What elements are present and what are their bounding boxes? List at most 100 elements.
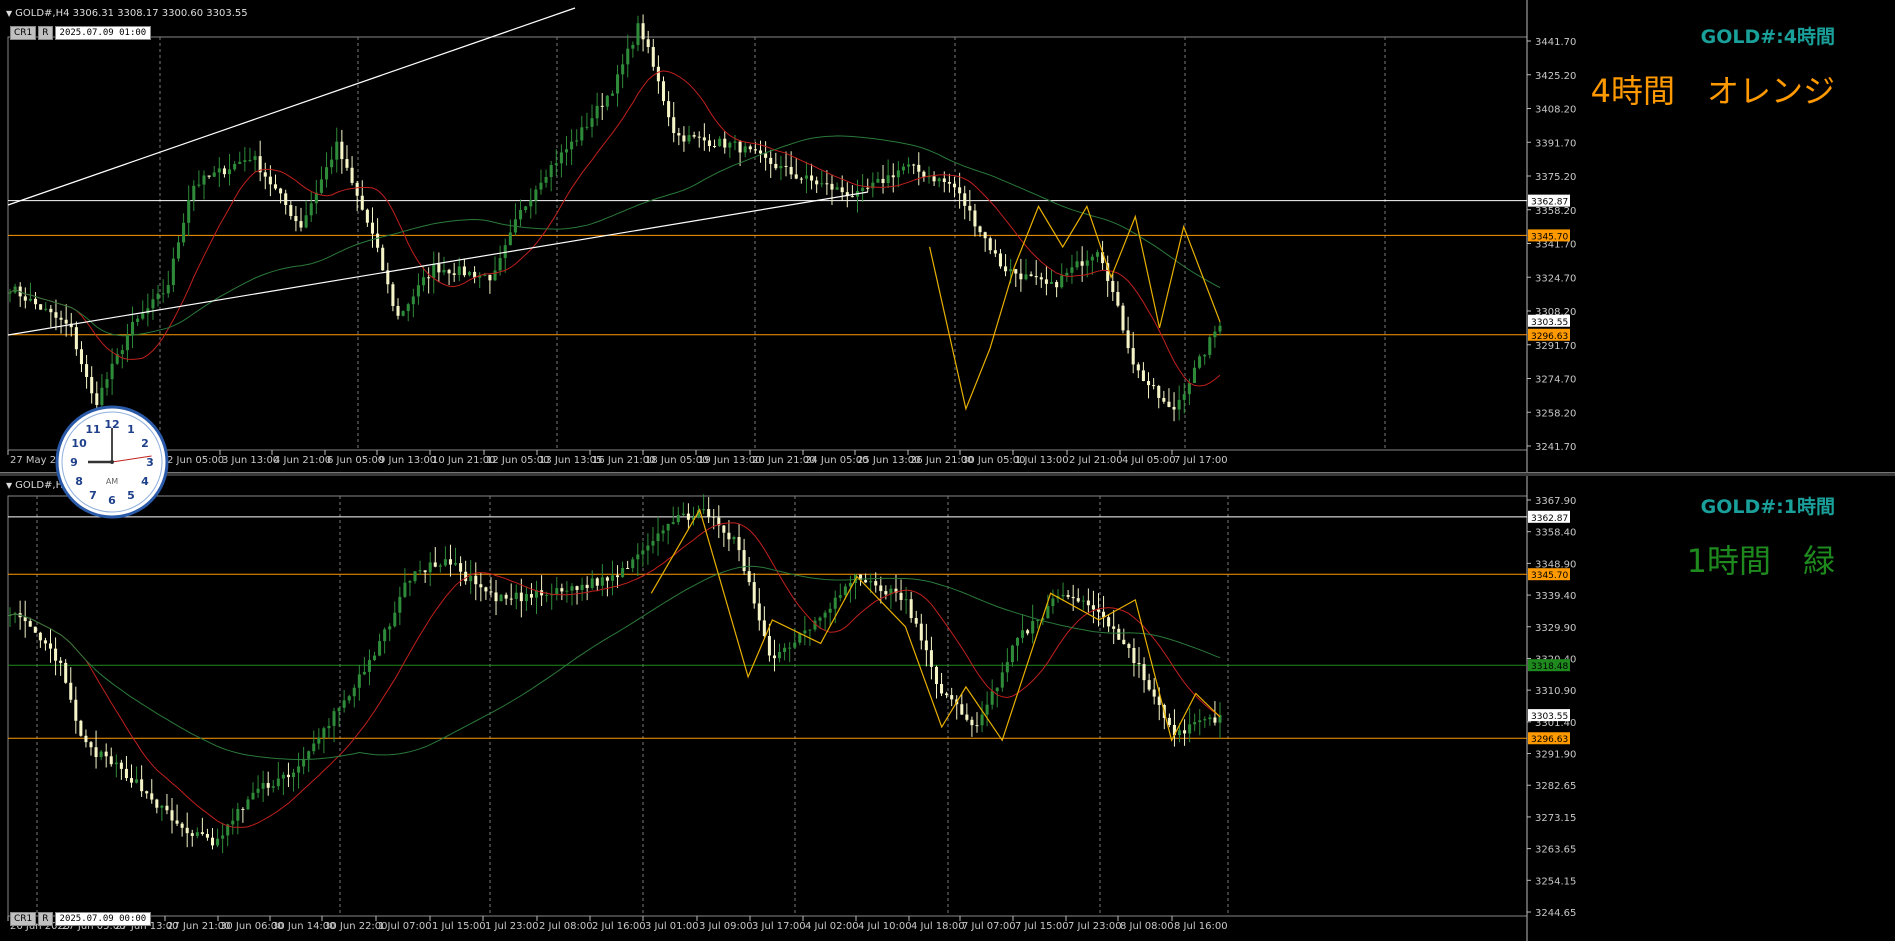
- candle-body: [713, 145, 717, 147]
- candle-body: [271, 786, 275, 788]
- clock-number: 8: [75, 475, 83, 488]
- candle-body: [79, 349, 84, 365]
- candle-body: [33, 626, 37, 633]
- candle-body: [942, 178, 946, 182]
- candle-body: [838, 595, 842, 598]
- candle-body: [636, 554, 640, 560]
- price-tag-label: 3303.55: [1531, 712, 1568, 722]
- candle-body: [742, 550, 746, 572]
- candle-body: [1095, 252, 1099, 257]
- candle-body: [413, 571, 417, 582]
- time-tick-label: 3 Jul 01:00: [645, 921, 699, 932]
- candle-body: [268, 176, 272, 185]
- candle-body: [833, 597, 837, 609]
- candle-body: [494, 592, 498, 602]
- candle-body: [1031, 621, 1035, 634]
- candle-body: [243, 160, 247, 162]
- time-tick-label: 1 Jul 13:00: [1015, 455, 1069, 466]
- candle-body: [212, 172, 216, 177]
- candle-body: [146, 308, 150, 314]
- time-tick-label: 3 Jul 09:00: [699, 921, 753, 932]
- candle-body: [947, 181, 951, 184]
- candle-body: [600, 105, 604, 107]
- candle-body: [1051, 598, 1055, 607]
- candle-body: [69, 682, 73, 700]
- candle-body: [774, 163, 778, 169]
- r-button[interactable]: R: [38, 26, 53, 40]
- cr1-button[interactable]: CR1: [10, 912, 37, 926]
- candle-body: [891, 175, 895, 178]
- candle-body: [360, 195, 364, 210]
- candle-body: [1046, 606, 1050, 619]
- candle-body: [676, 514, 680, 523]
- candle-body: [327, 725, 331, 729]
- candle-body: [1055, 282, 1059, 288]
- h4-chart-pane[interactable]: 3441.70 3425.20 3408.20 3391.70 3375.20 3358.…: [0, 0, 1895, 472]
- time-tick-label: 4 Jul 18:00: [911, 921, 965, 932]
- clock-number: 2: [141, 437, 149, 450]
- candle-body: [1117, 628, 1121, 640]
- h4-datetime-field[interactable]: 2025.07.09 01:00: [54, 26, 152, 40]
- candle-body: [952, 183, 957, 188]
- candle-body: [325, 167, 329, 180]
- candle-body: [1026, 630, 1030, 634]
- candle-body: [187, 199, 191, 223]
- clock-center: [110, 460, 114, 464]
- candle-body: [236, 808, 240, 821]
- candle-body: [626, 48, 630, 65]
- time-tick-label: 2 Jul 21:00: [1069, 455, 1123, 466]
- candle-body: [1127, 644, 1131, 648]
- candle-body: [284, 193, 288, 206]
- candle-body: [508, 232, 512, 246]
- time-tick-label: 2 Jul 08:00: [539, 921, 593, 932]
- h1-toolbar: CR1 R 2025.07.09 00:00: [10, 912, 152, 926]
- candle-body: [151, 299, 155, 309]
- candle-body: [381, 247, 385, 271]
- candle-body: [1152, 385, 1156, 387]
- candle-body: [48, 643, 53, 649]
- candle-body: [1034, 276, 1038, 278]
- candle-body: [54, 648, 58, 661]
- clock-number: 4: [141, 475, 149, 488]
- candle-body: [332, 711, 336, 726]
- candle-body: [347, 696, 351, 701]
- candle-body: [462, 266, 466, 276]
- h1-chart-canvas[interactable]: 3367.903358.403348.903339.403329.903320.…: [0, 476, 1895, 941]
- candle-body: [1141, 370, 1145, 382]
- candle-body: [165, 805, 169, 811]
- candle-body: [1203, 719, 1207, 721]
- r-button[interactable]: R: [38, 912, 53, 926]
- candle-body: [651, 541, 655, 546]
- candle-body: [291, 772, 296, 778]
- h1-symbol-label: GOLD#:1時間: [1700, 496, 1835, 518]
- h1-datetime-field[interactable]: 2025.07.09 00:00: [54, 912, 152, 926]
- candle-body: [919, 623, 923, 641]
- candle-body: [621, 64, 625, 75]
- candle-body: [432, 264, 436, 278]
- candle-body: [728, 142, 732, 148]
- time-tick-label: 4 Jul 10:00: [858, 921, 912, 932]
- candle-body: [90, 376, 94, 394]
- time-tick-label: 1 Jul 15:00: [432, 921, 486, 932]
- candle-body: [559, 152, 563, 164]
- candle-body: [241, 808, 245, 810]
- candle-body: [686, 513, 690, 520]
- candle-body: [273, 184, 278, 189]
- price-tick-label: 3408.20: [1535, 105, 1576, 116]
- cr1-button[interactable]: CR1: [10, 26, 37, 40]
- candle-body: [176, 242, 181, 259]
- candle-body: [238, 161, 242, 164]
- candle-body: [406, 304, 410, 312]
- candle-body: [279, 188, 283, 194]
- candle-body: [1188, 724, 1192, 734]
- candle-body: [874, 581, 878, 586]
- candle-body: [248, 159, 252, 161]
- h1-chart-pane[interactable]: 3367.903358.403348.903339.403329.903320.…: [0, 476, 1895, 941]
- dropdown-triangle-icon[interactable]: ▼: [6, 481, 12, 490]
- candle-body: [519, 209, 523, 220]
- dropdown-triangle-icon[interactable]: ▼: [6, 9, 12, 18]
- candle-body: [590, 118, 594, 127]
- h4-ohlc-readout: GOLD#,H4 3306.31 3308.17 3300.60 3303.55: [15, 8, 248, 19]
- candle-body: [499, 594, 503, 602]
- time-tick-label: 2 Jun 05:00: [167, 455, 224, 466]
